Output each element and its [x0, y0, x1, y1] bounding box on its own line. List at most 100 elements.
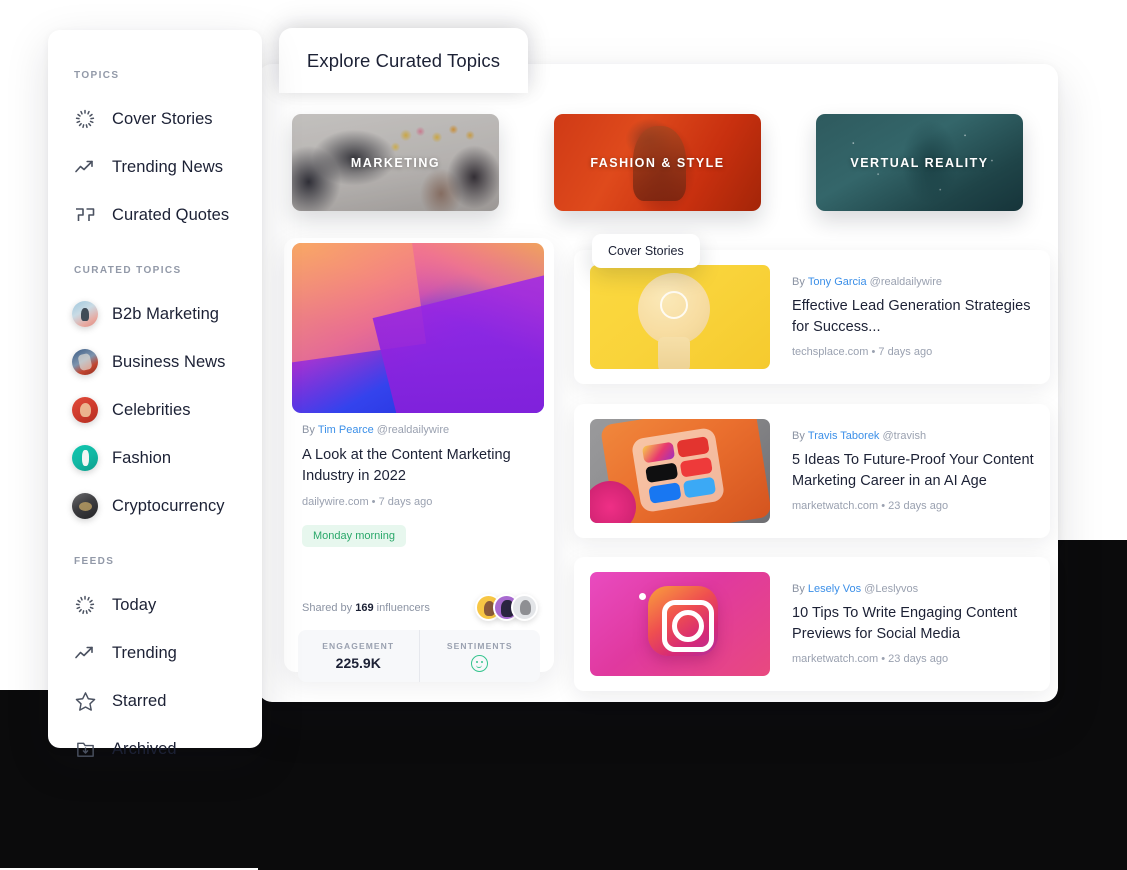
sidebar-item-label: B2b Marketing	[112, 305, 219, 324]
article-meta: techsplace.com • 7 days ago	[792, 346, 1034, 358]
byline-handle[interactable]: @travish	[883, 430, 927, 442]
byline-prefix: By	[792, 430, 805, 442]
feature-article-body: By Tim Pearce @realdailywire A Look at t…	[302, 424, 538, 547]
sidebar-item-trending[interactable]: Trending	[48, 629, 262, 677]
sidebar-item-label: Fashion	[112, 449, 171, 468]
sidebar-item-fashion[interactable]: Fashion	[48, 434, 262, 482]
byline-handle[interactable]: @realdailywire	[377, 424, 449, 436]
sidebar-item-label: Cover Stories	[112, 110, 213, 129]
influencer-avatar[interactable]	[511, 594, 538, 621]
cover-stories-tooltip: Cover Stories	[592, 234, 700, 268]
star-icon	[74, 690, 96, 712]
shared-suffix: influencers	[377, 602, 430, 614]
explore-curated-topics-tab[interactable]: Explore Curated Topics	[279, 28, 528, 93]
pink-blob-detail	[590, 481, 636, 523]
instagram-dot-detail	[639, 593, 646, 600]
byline-author[interactable]: Tony Garcia	[808, 276, 867, 288]
topic-card-marketing[interactable]: MARKETING	[292, 114, 499, 211]
article-byline: By Travis Taborek @travish	[792, 430, 1034, 442]
sidebar-item-label: Trending	[112, 644, 177, 663]
article-byline: By Lesely Vos @Leslyvos	[792, 583, 1034, 595]
article-text-block: By Lesely Vos @Leslyvos 10 Tips To Write…	[792, 583, 1034, 664]
sidebar-item-b2b-marketing[interactable]: B2b Marketing	[48, 290, 262, 338]
sunburst-icon	[74, 108, 96, 130]
abstract-gradient-hero-image	[292, 243, 544, 413]
sidebar-item-cover-stories[interactable]: Cover Stories	[48, 95, 262, 143]
instagram-glyph	[648, 586, 718, 656]
sidebar-item-business-news[interactable]: Business News	[48, 338, 262, 386]
feature-article-card[interactable]: By Tim Pearce @realdailywire A Look at t…	[284, 238, 554, 672]
archive-folder-icon	[74, 738, 96, 760]
sunburst-icon	[74, 594, 96, 616]
topic-card-vertual-reality[interactable]: VERTUAL REALITY	[816, 114, 1023, 211]
sidebar-divider-spacer-2	[48, 530, 262, 556]
avatar-business-news-icon	[74, 351, 96, 373]
shared-by-row: Shared by 169 influencers	[302, 594, 538, 621]
feature-time-badge: Monday morning	[302, 525, 406, 547]
sidebar-item-label: Starred	[112, 692, 166, 711]
sidebar-item-label: Curated Quotes	[112, 206, 229, 225]
sidebar-item-archived[interactable]: Archived	[48, 725, 262, 773]
feature-byline: By Tim Pearce @realdailywire	[302, 424, 538, 436]
byline-author[interactable]: Travis Taborek	[808, 430, 880, 442]
trending-arrow-icon	[74, 156, 96, 178]
shared-by-text: Shared by 169 influencers	[302, 602, 430, 614]
byline-author[interactable]: Lesely Vos	[808, 583, 861, 595]
smiley-positive-icon	[471, 655, 488, 672]
bulb-ring-detail	[660, 291, 688, 319]
sidebar-item-today[interactable]: Today	[48, 581, 262, 629]
article-title[interactable]: 10 Tips To Write Engaging Content Previe…	[792, 603, 1034, 644]
topic-card-fashion-style[interactable]: FASHION & STYLE	[554, 114, 761, 211]
stat-sentiments: SENTIMENTS	[419, 630, 541, 682]
avatar-fashion-icon	[74, 447, 96, 469]
feature-article-title[interactable]: A Look at the Content Marketing Industry…	[302, 445, 538, 487]
influencer-avatar-group[interactable]	[475, 594, 538, 621]
phone-social-media-apps-photo	[590, 419, 770, 523]
stat-value: 225.9K	[336, 655, 381, 671]
byline-prefix: By	[302, 424, 315, 436]
article-list-item[interactable]: By Travis Taborek @travish 5 Ideas To Fu…	[574, 404, 1050, 538]
topic-card-label: MARKETING	[292, 156, 499, 170]
stat-engagement: ENGAGEMENT 225.9K	[298, 630, 419, 682]
sidebar-item-curated-quotes[interactable]: Curated Quotes	[48, 191, 262, 239]
sidebar-section-label-curated-topics: CURATED TOPICS	[48, 265, 262, 276]
sidebar-section-label-topics: TOPICS	[48, 70, 262, 81]
sidebar-item-celebrities[interactable]: Celebrities	[48, 386, 262, 434]
trending-arrow-icon	[74, 642, 96, 664]
byline-prefix: By	[792, 583, 805, 595]
avatar-cryptocurrency-icon	[74, 495, 96, 517]
stat-label: SENTIMENTS	[447, 641, 513, 651]
sidebar-section-label-feeds: FEEDS	[48, 556, 262, 567]
article-list-item[interactable]: By Tony Garcia @realdailywire Effective …	[574, 250, 1050, 384]
sidebar-item-label: Business News	[112, 353, 225, 372]
byline-handle[interactable]: @Leslyvos	[864, 583, 918, 595]
sidebar-item-label: Celebrities	[112, 401, 191, 420]
avatar-b2b-marketing-icon	[74, 303, 96, 325]
topic-cards-row: MARKETING FASHION & STYLE VERTUAL REALIT…	[292, 114, 1022, 214]
sidebar-item-label: Trending News	[112, 158, 223, 177]
sidebar: TOPICS Cover Stories Trending News	[48, 30, 262, 748]
article-meta: marketwatch.com • 23 days ago	[792, 500, 1034, 512]
byline-author[interactable]: Tim Pearce	[318, 424, 374, 436]
sidebar-item-cryptocurrency[interactable]: Cryptocurrency	[48, 482, 262, 530]
sidebar-item-label: Today	[112, 596, 156, 615]
article-title[interactable]: 5 Ideas To Future-Proof Your Content Mar…	[792, 450, 1034, 491]
article-byline: By Tony Garcia @realdailywire	[792, 276, 1034, 288]
article-list-item[interactable]: By Lesely Vos @Leslyvos 10 Tips To Write…	[574, 557, 1050, 691]
shared-prefix: Shared by	[302, 602, 352, 614]
stats-panel: ENGAGEMENT 225.9K SENTIMENTS	[298, 630, 540, 682]
feature-article-meta: dailywire.com • 7 days ago	[302, 496, 538, 508]
avatar-celebrities-icon	[74, 399, 96, 421]
article-text-block: By Travis Taborek @travish 5 Ideas To Fu…	[792, 430, 1034, 511]
instagram-3d-icon-photo	[590, 572, 770, 676]
sidebar-item-label: Cryptocurrency	[112, 497, 225, 516]
topic-card-label: VERTUAL REALITY	[816, 156, 1023, 170]
sidebar-item-trending-news[interactable]: Trending News	[48, 143, 262, 191]
sidebar-divider-spacer-1	[48, 239, 262, 265]
quote-marks-icon	[74, 204, 96, 226]
yellow-lightbulb-photo	[590, 265, 770, 369]
sidebar-item-starred[interactable]: Starred	[48, 677, 262, 725]
stat-label: ENGAGEMENT	[322, 641, 394, 651]
article-title[interactable]: Effective Lead Generation Strategies for…	[792, 296, 1034, 337]
byline-handle[interactable]: @realdailywire	[870, 276, 942, 288]
